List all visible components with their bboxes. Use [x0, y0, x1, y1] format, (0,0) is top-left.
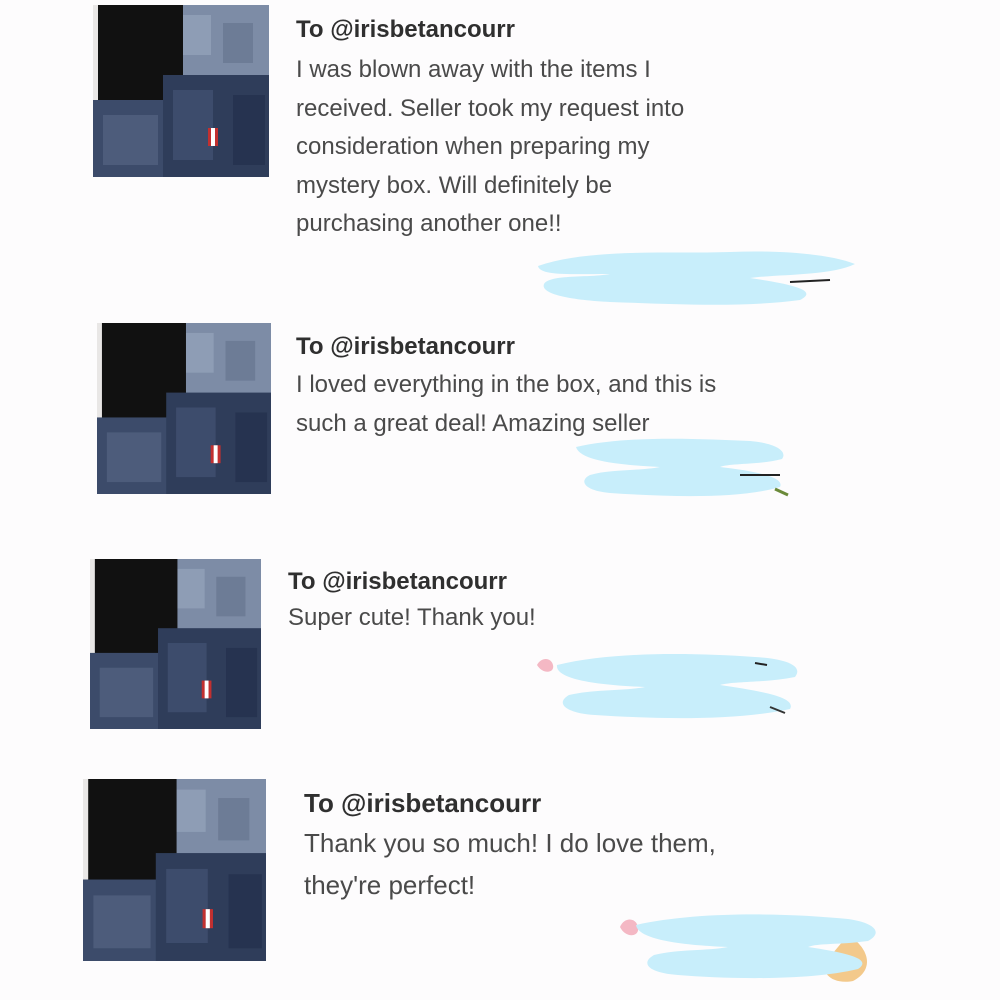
- product-thumbnail[interactable]: [83, 779, 266, 961]
- denim-clothing-photo-icon: [90, 559, 261, 729]
- recipient-handle[interactable]: To @irisbetancourr: [296, 16, 515, 44]
- review-text: Thank you so much! I do love them, they'…: [304, 828, 716, 900]
- product-thumbnail[interactable]: [97, 323, 271, 494]
- blue-scribble-redaction-icon: [618, 907, 883, 985]
- blue-scribble-redaction-icon: [570, 433, 795, 503]
- review-text: I loved everything in the box, and this …: [296, 371, 717, 437]
- review-text: I was blown away with the items I receiv…: [296, 56, 685, 237]
- recipient-handle[interactable]: To @irisbetancourr: [304, 788, 541, 819]
- recipient-handle[interactable]: To @irisbetancourr: [296, 333, 515, 361]
- recipient-handle[interactable]: To @irisbetancourr: [288, 568, 507, 596]
- product-thumbnail[interactable]: [90, 559, 261, 729]
- review-card: To @irisbetancourr I was blown away with…: [0, 0, 1000, 310]
- blue-scribble-redaction-icon: [530, 244, 860, 310]
- review-card: To @irisbetancourr Thank you so much! I …: [0, 775, 1000, 990]
- review-card: To @irisbetancourr I loved everything in…: [0, 320, 1000, 510]
- review-text: Super cute! Thank you!: [288, 604, 536, 631]
- denim-clothing-photo-icon: [97, 323, 271, 494]
- product-thumbnail[interactable]: [93, 5, 269, 177]
- denim-clothing-photo-icon: [83, 779, 266, 961]
- blue-scribble-redaction-icon: [535, 649, 805, 724]
- review-card: To @irisbetancourr Super cute! Thank you…: [0, 555, 1000, 730]
- denim-clothing-photo-icon: [93, 5, 269, 177]
